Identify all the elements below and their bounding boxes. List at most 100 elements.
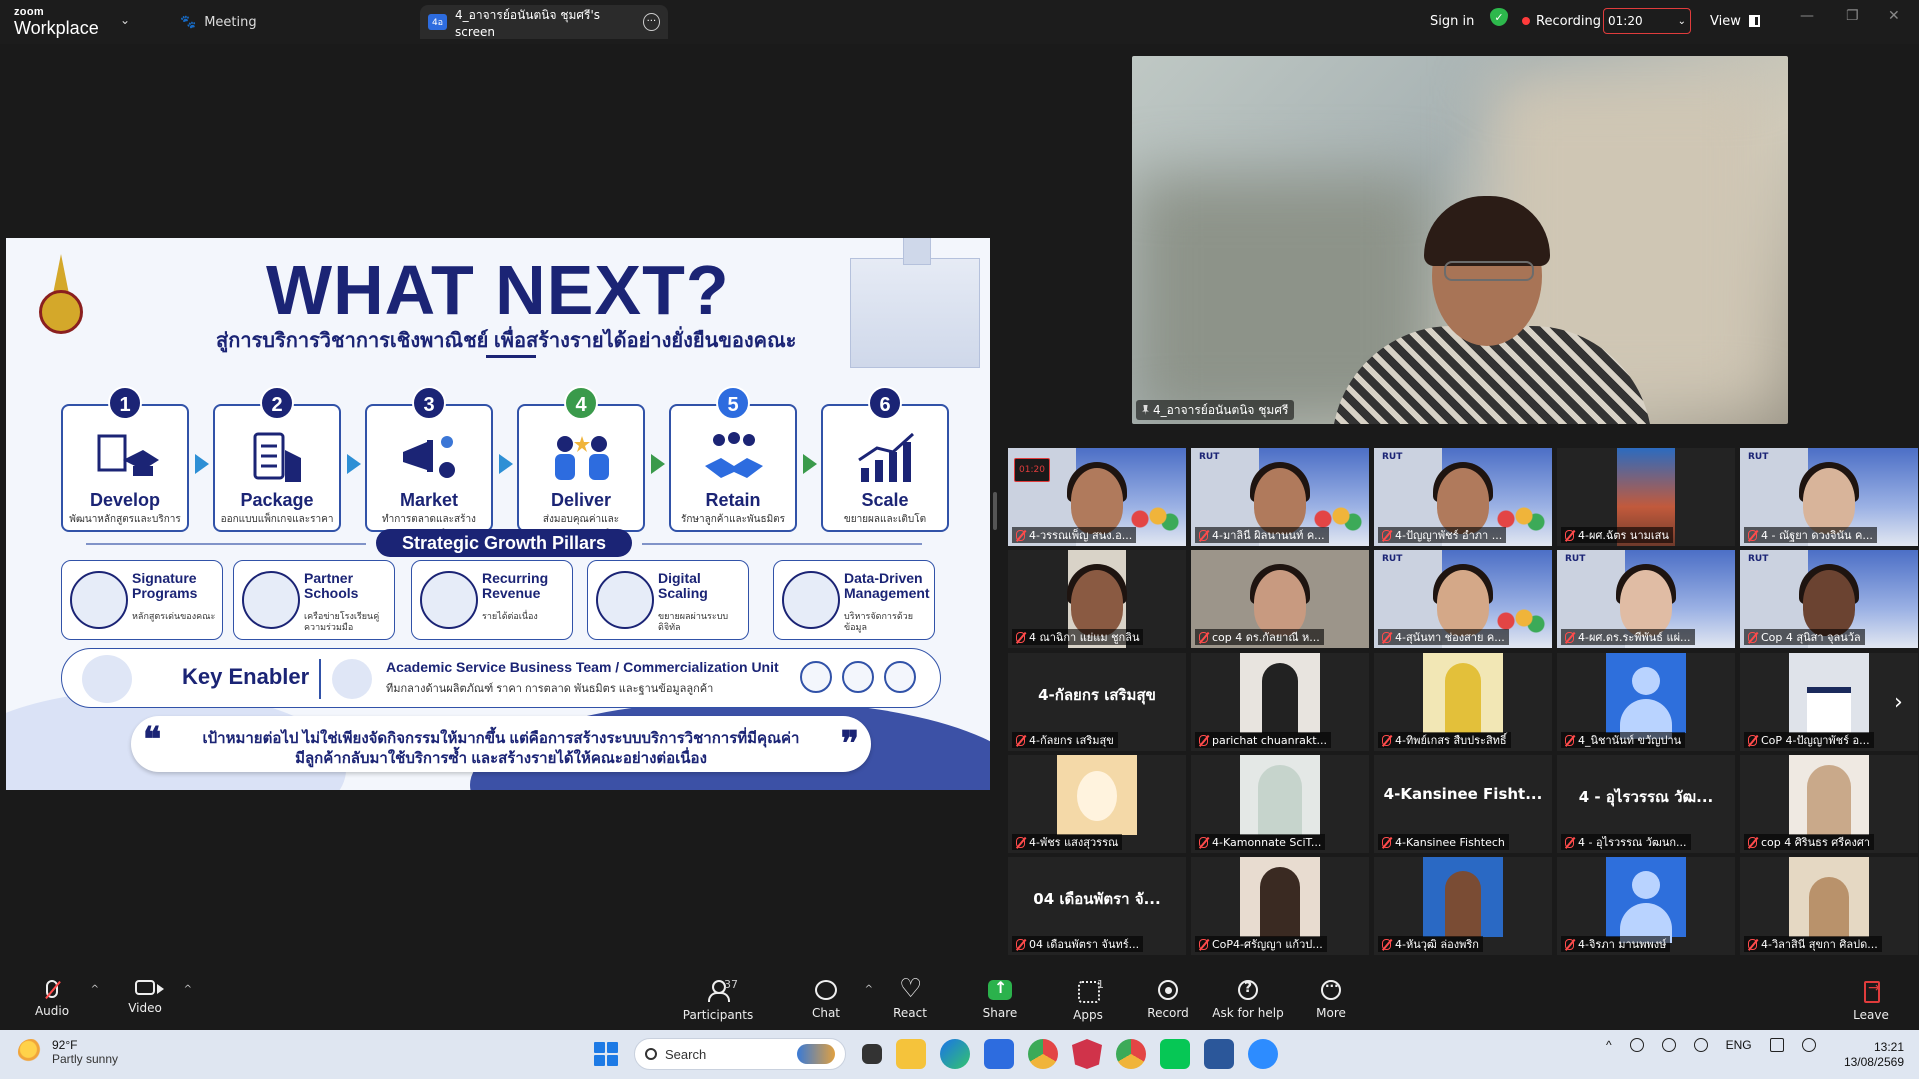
participant-tile[interactable]: 4-Kansinee Fisht... 4-Kansinee Fishtech: [1374, 755, 1552, 853]
database-icon: [884, 661, 916, 693]
participant-tile[interactable]: 4-หันวุฒิ ล่องพริก: [1374, 857, 1552, 955]
participant-tile[interactable]: cop 4 ดร.กัลยาณี ห...: [1191, 550, 1369, 648]
participant-tile[interactable]: 4_นิชานันท์ ขวัญปาน: [1557, 653, 1735, 751]
participant-name: 4 - ณัฐยา ดวงจินัน ค...: [1761, 529, 1873, 542]
participant-tile[interactable]: CoP4-ศรัญญา แก้วป...: [1191, 857, 1369, 955]
shield-check-icon[interactable]: ✓: [1490, 8, 1508, 26]
participant-name: 4-วิลาสินี สุขกา ศิลปด...: [1761, 938, 1878, 951]
clock-time: 13:21: [1873, 1040, 1904, 1054]
tray-app-icon[interactable]: [1629, 1038, 1644, 1052]
participant-label: 4-Kamonnate SciT...: [1195, 834, 1326, 850]
participants-button[interactable]: 37 Participants: [680, 976, 756, 1026]
tab-shared-screen[interactable]: 4อ 4_อาจารย์อนันตนิจ ชุมศรี's screen ···: [420, 5, 668, 39]
more-button[interactable]: More: [1296, 976, 1366, 1026]
meeting-toolbar: Audio ^ Video ^ 37 Participants Chat ^ R…: [0, 970, 1919, 1030]
participant-tile[interactable]: 4 ณาฉิกา แย่แม ชูกลิน: [1008, 550, 1186, 648]
taskbar-clock[interactable]: 13:21 13/08/2569: [1828, 1040, 1904, 1070]
apps-button[interactable]: 1 Apps: [1053, 976, 1123, 1026]
participant-name: 4-มาลินี ผิลนานนท์ ค...: [1212, 529, 1325, 542]
participant-tile[interactable]: RUT 4 - ณัฐยา ดวงจินัน ค...: [1740, 448, 1918, 546]
record-button[interactable]: Record: [1133, 976, 1203, 1026]
video-button[interactable]: Video ^: [110, 976, 192, 1026]
maximize-icon[interactable]: ❐: [1846, 8, 1859, 24]
mic-muted-icon: [1748, 529, 1757, 541]
chat-button[interactable]: Chat ^: [791, 976, 873, 1026]
weather-widget[interactable]: 92°F Partly sunny: [18, 1038, 118, 1066]
microphone-icon[interactable]: [1693, 1038, 1708, 1052]
taskbar-search[interactable]: Search: [634, 1038, 846, 1070]
edge-browser-icon[interactable]: [940, 1039, 970, 1069]
zoom-workplace-logo[interactable]: zoom Workplace: [14, 6, 104, 38]
participant-label: 4-ปัญญาพัชร์ อำภา ...: [1378, 527, 1507, 543]
brand-workplace: Workplace: [14, 18, 99, 38]
task-view-icon[interactable]: [862, 1044, 882, 1064]
language-indicator[interactable]: ENG: [1726, 1038, 1752, 1052]
participant-tile[interactable]: RUT 4-มาลินี ผิลนานนท์ ค...: [1191, 448, 1369, 546]
chrome-profile-icon[interactable]: [1116, 1039, 1146, 1069]
participant-tile[interactable]: CoP 4-ปัญญาพัชร์ อ...: [1740, 653, 1918, 751]
participant-gallery: 01:20 4-วรรณเพ็ญ สนง.อ... RUT 4-มาลินี ผ…: [1008, 448, 1918, 958]
leave-button[interactable]: Leave: [1836, 976, 1906, 1026]
close-icon[interactable]: ✕: [1888, 8, 1900, 24]
angular-app-icon[interactable]: [1072, 1039, 1102, 1069]
participant-tile[interactable]: cop 4 ศิรินธร ศรีคงศา: [1740, 755, 1918, 853]
participant-tile[interactable]: RUT 4-ปัญญาพัชร์ อำภา ...: [1374, 448, 1552, 546]
recording-indicator[interactable]: Recording: [1522, 8, 1601, 34]
profile-photo: [1789, 857, 1869, 937]
meeting-timer[interactable]: 01:20 ⌄: [1603, 8, 1691, 34]
windows-start-icon[interactable]: [594, 1042, 618, 1066]
sign-in-button[interactable]: Sign in: [1430, 8, 1474, 34]
participant-tile[interactable]: 4-Kamonnate SciT...: [1191, 755, 1369, 853]
participant-tile[interactable]: parichat chuanrakt...: [1191, 653, 1369, 751]
participant-display-name: 4-Kansinee Fisht...: [1383, 785, 1543, 803]
mic-muted-icon: [1382, 631, 1391, 643]
pillar-market: 3 Market ทำการตลาดและสร้างแบรนด์: [365, 386, 493, 540]
participant-tile[interactable]: RUT 4-สุนันทา ช่องสาย ค...: [1374, 550, 1552, 648]
chevron-up-icon[interactable]: ^: [184, 984, 192, 995]
megaphone-icon: [403, 436, 455, 478]
ask-for-help-button[interactable]: Ask for help: [1208, 976, 1288, 1026]
participant-tile[interactable]: 04 เดือนพัตรา จั... 04 เดือนพัตรา จันทร์…: [1008, 857, 1186, 955]
participant-tile[interactable]: 4-วิลาสินี สุขกา ศิลปด...: [1740, 857, 1918, 955]
chevron-down-icon[interactable]: ⌄: [120, 13, 130, 27]
display-icon[interactable]: [1769, 1038, 1784, 1052]
chevron-up-icon[interactable]: ^: [865, 984, 873, 995]
pillar-row: 1 Develop พัฒนาหลักสูตรและบริการ 2 Packa…: [61, 384, 949, 540]
chevron-up-icon[interactable]: ^: [91, 984, 99, 995]
tab-meeting[interactable]: 🐾 Meeting: [170, 6, 267, 38]
view-button[interactable]: View: [1710, 8, 1760, 34]
more-icon[interactable]: ···: [642, 13, 660, 31]
audio-button[interactable]: Audio ^: [17, 976, 99, 1026]
participant-tile[interactable]: RUT 4-ผศ.ดร.ระพีพันธ์ แผ่...: [1557, 550, 1735, 648]
network-icon[interactable]: [1661, 1038, 1676, 1052]
active-speaker-video[interactable]: 4_อาจารย์อนันตนิจ ชุมศรี: [1132, 56, 1788, 424]
participant-label: cop 4 ศิรินธร ศรีคงศา: [1744, 834, 1875, 850]
chrome-icon[interactable]: [1028, 1039, 1058, 1069]
participant-tile[interactable]: 4-กัลยกร เสริมสุข 4-กัลยกร เสริมสุข: [1008, 653, 1186, 751]
participant-tile[interactable]: RUT Cop 4 สุนิสา จุลนวัล: [1740, 550, 1918, 648]
microsoft-store-icon[interactable]: [984, 1039, 1014, 1069]
chevron-up-icon[interactable]: ^: [1606, 1038, 1612, 1052]
participant-label: Cop 4 สุนิสา จุลนวัล: [1744, 629, 1865, 645]
participant-tile[interactable]: 01:20 4-วรรณเพ็ญ สนง.อ...: [1008, 448, 1186, 546]
line-app-icon[interactable]: [1160, 1039, 1190, 1069]
card-name: Digital Scaling: [658, 570, 708, 601]
participant-tile[interactable]: 4-จิรภา มานพพงษ์: [1557, 857, 1735, 955]
profile-photo: [1789, 755, 1869, 835]
share-button[interactable]: Share: [965, 976, 1035, 1026]
file-explorer-icon[interactable]: [896, 1039, 926, 1069]
participant-label: cop 4 ดร.กัลยาณี ห...: [1195, 629, 1324, 645]
volume-icon[interactable]: [1801, 1038, 1816, 1052]
gallery-next-page-icon[interactable]: ›: [1894, 690, 1903, 715]
zoom-app-icon[interactable]: [1248, 1039, 1278, 1069]
react-button[interactable]: React: [875, 974, 945, 1026]
focus-cards: Signature Programs หลักสูตรเด่นของคณะ Pa…: [61, 560, 941, 640]
participant-tile[interactable]: 4-พัชร แสงสุวรรณ: [1008, 755, 1186, 853]
participant-tile[interactable]: 4-ทิพย์เกสร สืบประสิทธิ์: [1374, 653, 1552, 751]
audio-label: Audio: [34, 1004, 70, 1018]
participant-tile[interactable]: 4-ผศ.ฉัตร นามเสน: [1557, 448, 1735, 546]
participant-tile[interactable]: 4 - อุไรวรรณ วัฒ... 4 - อุไรวรรณ วัฒนก..…: [1557, 755, 1735, 853]
minimize-icon[interactable]: —: [1800, 8, 1814, 24]
word-app-icon[interactable]: [1204, 1039, 1234, 1069]
split-resize-handle[interactable]: [993, 492, 997, 530]
